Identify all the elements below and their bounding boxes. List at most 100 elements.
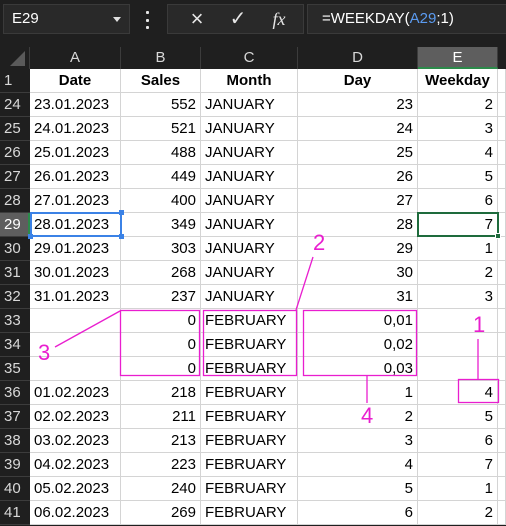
cell[interactable] (498, 477, 506, 501)
cell-day[interactable]: 23 (298, 93, 418, 117)
cell-sales[interactable]: 237 (121, 285, 201, 309)
cell-sales[interactable]: 211 (121, 405, 201, 429)
cell-day[interactable]: 4 (298, 453, 418, 477)
cell-day[interactable]: 0,03 (298, 357, 418, 381)
cell-sales[interactable]: 223 (121, 453, 201, 477)
cell-date[interactable]: 02.02.2023 (30, 405, 121, 429)
cancel-icon[interactable]: × (182, 5, 212, 33)
cell-weekday[interactable]: 4 (418, 141, 498, 165)
cell-weekday[interactable]: 5 (418, 405, 498, 429)
header-cell-day[interactable]: Day (298, 69, 418, 93)
cell-date[interactable]: 24.01.2023 (30, 117, 121, 141)
cell-date[interactable] (30, 309, 121, 333)
cell-sales[interactable]: 552 (121, 93, 201, 117)
cell-month[interactable]: FEBRUARY (201, 333, 298, 357)
cell-sales[interactable]: 0 (121, 357, 201, 381)
cell-month[interactable]: FEBRUARY (201, 309, 298, 333)
cell-month[interactable]: FEBRUARY (201, 477, 298, 501)
cell[interactable] (498, 453, 506, 477)
name-box[interactable]: E29 (3, 4, 130, 34)
cell-weekday[interactable]: 1 (418, 477, 498, 501)
row-header[interactable]: 1 (0, 69, 30, 93)
cell[interactable] (498, 141, 506, 165)
cell-day[interactable]: 24 (298, 117, 418, 141)
cell[interactable] (498, 429, 506, 453)
cell-date[interactable]: 31.01.2023 (30, 285, 121, 309)
cell-date[interactable]: 30.01.2023 (30, 261, 121, 285)
cell-sales[interactable]: 400 (121, 189, 201, 213)
cell-sales[interactable]: 349 (121, 213, 201, 237)
cell[interactable] (498, 261, 506, 285)
cell-day[interactable]: 31 (298, 285, 418, 309)
cell-month[interactable]: FEBRUARY (201, 357, 298, 381)
cell-day[interactable]: 1 (298, 381, 418, 405)
more-options-icon[interactable] (145, 11, 149, 29)
cell-date[interactable]: 29.01.2023 (30, 237, 121, 261)
enter-check-icon[interactable]: ✓ (223, 5, 253, 33)
cell-weekday[interactable] (418, 333, 498, 357)
column-header-c[interactable]: C (201, 47, 298, 69)
cell-day[interactable]: 6 (298, 501, 418, 525)
cell-sales[interactable]: 218 (121, 381, 201, 405)
row-header[interactable]: 28 (0, 189, 30, 213)
column-header-f[interactable] (498, 47, 506, 69)
formula-input[interactable]: =WEEKDAY(A29;1) (307, 4, 506, 34)
cell-month[interactable]: JANUARY (201, 261, 298, 285)
cell-date[interactable]: 27.01.2023 (30, 189, 121, 213)
cell[interactable] (498, 237, 506, 261)
cell-weekday[interactable]: 2 (418, 501, 498, 525)
cell[interactable] (498, 381, 506, 405)
cell-weekday[interactable]: 6 (418, 429, 498, 453)
cell-day[interactable]: 3 (298, 429, 418, 453)
row-header[interactable]: 35 (0, 357, 30, 381)
cell-month[interactable]: JANUARY (201, 213, 298, 237)
cell[interactable] (498, 213, 506, 237)
cell-day[interactable]: 0,01 (298, 309, 418, 333)
cell-date[interactable]: 25.01.2023 (30, 141, 121, 165)
cell[interactable] (498, 189, 506, 213)
cell-month[interactable]: JANUARY (201, 189, 298, 213)
cell-date[interactable]: 03.02.2023 (30, 429, 121, 453)
column-header-d[interactable]: D (298, 47, 418, 69)
row-header[interactable]: 39 (0, 453, 30, 477)
cell-day[interactable]: 30 (298, 261, 418, 285)
cell-sales[interactable]: 240 (121, 477, 201, 501)
cell-weekday[interactable] (418, 357, 498, 381)
cell-weekday[interactable]: 1 (418, 237, 498, 261)
cell-month[interactable]: FEBRUARY (201, 381, 298, 405)
cell-month[interactable]: FEBRUARY (201, 429, 298, 453)
cell-month[interactable]: JANUARY (201, 93, 298, 117)
row-header[interactable]: 34 (0, 333, 30, 357)
row-header[interactable]: 40 (0, 477, 30, 501)
cell-sales[interactable]: 213 (121, 429, 201, 453)
cell-date[interactable]: 26.01.2023 (30, 165, 121, 189)
cell-weekday[interactable]: 2 (418, 261, 498, 285)
cell[interactable] (498, 69, 506, 93)
cell-weekday[interactable] (418, 309, 498, 333)
cell-month[interactable]: JANUARY (201, 285, 298, 309)
cell-day[interactable]: 5 (298, 477, 418, 501)
row-header[interactable]: 32 (0, 285, 30, 309)
cell-weekday[interactable]: 3 (418, 117, 498, 141)
row-header[interactable]: 36 (0, 381, 30, 405)
row-header[interactable]: 24 (0, 93, 30, 117)
cell-sales[interactable]: 269 (121, 501, 201, 525)
cell-date[interactable]: 01.02.2023 (30, 381, 121, 405)
row-header[interactable]: 33 (0, 309, 30, 333)
row-header[interactable]: 41 (0, 501, 30, 525)
header-cell-month[interactable]: Month (201, 69, 298, 93)
cell-date[interactable]: 23.01.2023 (30, 93, 121, 117)
cell[interactable] (498, 285, 506, 309)
cell-date[interactable]: 05.02.2023 (30, 477, 121, 501)
cell-sales[interactable]: 0 (121, 333, 201, 357)
cell-month[interactable]: FEBRUARY (201, 453, 298, 477)
cell-month[interactable]: JANUARY (201, 117, 298, 141)
cell-month[interactable]: JANUARY (201, 165, 298, 189)
insert-function-icon[interactable]: fx (264, 5, 294, 33)
row-header[interactable]: 27 (0, 165, 30, 189)
row-header[interactable]: 31 (0, 261, 30, 285)
cell-date[interactable]: 28.01.2023 (30, 213, 121, 237)
cell-weekday[interactable]: 4 (418, 381, 498, 405)
cell-month[interactable]: FEBRUARY (201, 405, 298, 429)
select-all-corner[interactable] (0, 47, 30, 69)
